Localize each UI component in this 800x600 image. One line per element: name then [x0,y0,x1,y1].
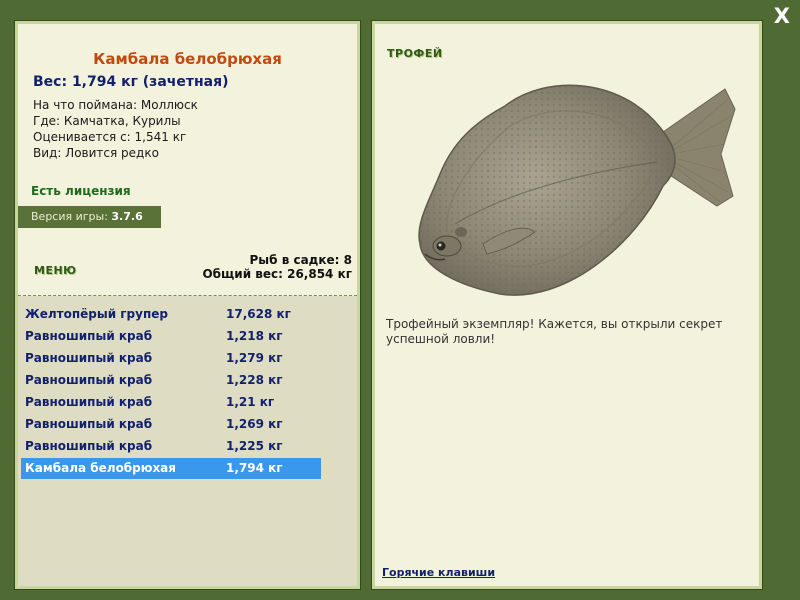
version-value: 3.7.6 [111,210,143,223]
catch-name: Равношипый краб [25,395,153,409]
fish-name-title: Камбала белобрюхая [93,50,282,68]
version-bar: Версия игры: 3.7.6 [18,206,161,228]
catch-name: Равношипый краб [25,373,153,387]
bait-info: На что поймана: Моллюск [33,98,198,112]
hotkeys-link[interactable]: Горячие клавиши [382,566,495,579]
catch-row[interactable]: Желтопёрый групер 17,628 кг [21,304,321,325]
catch-name: Равношипый краб [25,329,153,343]
version-label: Версия игры: [31,210,112,223]
catch-row[interactable]: Равношипый краб 1,21 кг [21,392,321,413]
license-status: Есть лицензия [31,184,131,198]
catch-list: Желтопёрый групер 17,628 кг Равношипый к… [18,296,357,586]
catch-row[interactable]: Равношипый краб 1,228 кг [21,370,321,391]
cage-summary: Рыб в садке: 8 Общий вес: 26,854 кг [202,253,352,281]
catch-row[interactable]: Равношипый краб 1,225 кг [21,436,321,457]
catch-weight: 1,269 кг [226,417,283,431]
close-button[interactable]: X [774,4,790,28]
catch-weight: 1,794 кг [226,461,283,475]
catch-row[interactable]: Камбала белобрюхая 1,794 кг [21,458,321,479]
valued-from-info: Оценивается с: 1,541 кг [33,130,187,144]
catch-weight: 1,218 кг [226,329,283,343]
catch-name: Равношипый краб [25,351,153,365]
catch-weight: 1,225 кг [226,439,283,453]
catch-weight: 1,228 кг [226,373,283,387]
fish-weight: Вес: 1,794 кг (зачетная) [33,74,229,90]
catch-weight: 17,628 кг [226,307,291,321]
location-info: Где: Камчатка, Курилы [33,114,181,128]
catch-weight: 1,279 кг [226,351,283,365]
rarity-info: Вид: Ловится редко [33,146,159,160]
catch-row[interactable]: Равношипый краб 1,279 кг [21,348,321,369]
catch-name: Равношипый краб [25,439,153,453]
catch-name: Желтопёрый групер [25,307,168,321]
catch-weight: 1,21 кг [226,395,275,409]
catch-row[interactable]: Равношипый краб 1,269 кг [21,414,321,435]
cage-count: Рыб в садке: 8 [249,253,353,267]
catch-name: Равношипый краб [25,417,153,431]
catch-row[interactable]: Равношипый краб 1,218 кг [21,326,321,347]
trophy-message: Трофейный экземпляр! Кажется, вы открыли… [386,317,723,346]
trophy-panel: ТРОФЕЙ Трофейный экземпляр! Кажется, вы … [371,20,763,590]
fish-info-panel: Камбала белобрюхая Вес: 1,794 кг (зачетн… [14,20,361,590]
catch-name: Камбала белобрюхая [25,461,176,475]
cage-total-weight: Общий вес: 26,854 кг [202,267,352,281]
menu-button[interactable]: МЕНЮ [34,264,77,277]
flounder-image [418,84,736,296]
